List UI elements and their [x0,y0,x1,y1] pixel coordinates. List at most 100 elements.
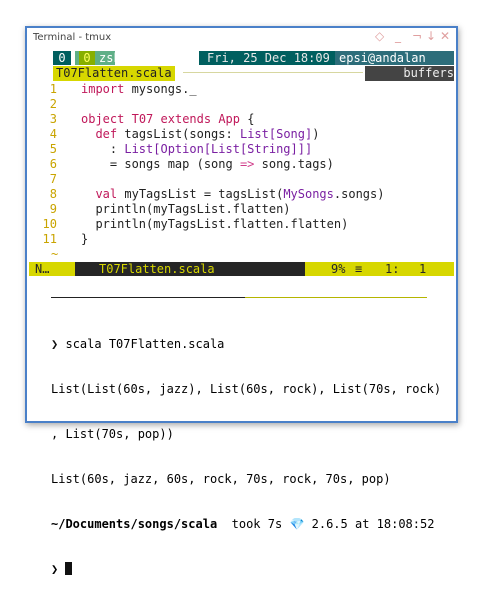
code-token: tagsList(songs: [117,127,240,141]
code-text: println(myTagsList.flatten.flatten) [81,217,348,232]
code-token: MySongs [283,187,334,201]
code-token: mysongs._ [124,82,197,96]
code-line[interactable]: 7 [29,172,454,187]
code-token: List[Song] [239,127,313,141]
shade-button[interactable]: ↓ [426,29,436,43]
code-token: => [239,157,255,171]
terminal-window: Terminal - tmux ◇ _ ¬ ↓ ✕ 0 0 zsh Fri, 2… [25,26,458,576]
code-line[interactable]: 9 println(myTagsList.flatten) [29,202,454,217]
code-text: def tagsList(songs: List[Song]) [81,127,319,142]
code-text: import mysongs._ [81,82,197,97]
status-filename: T07Flatten.scala [99,262,215,276]
tmux-window-name[interactable]: zsh [99,51,121,65]
code-token: myTagsList = tagsList( [117,187,284,201]
editor-tabline: T07Flatten.scala buffers [29,66,454,81]
maximize-button[interactable]: ¬ [412,29,422,43]
code-token: import [81,82,125,96]
code-token: extends [160,112,212,126]
pane-separator-left[interactable] [51,297,245,298]
tmux-datetime: Fri, 25 Dec 18:09 [207,51,330,65]
output-line: List(List(60s, jazz), List(60s, rock), L… [51,382,442,396]
line-number: 7 [49,172,57,186]
code-line[interactable]: 5 : List[Option[List[String]]] [29,142,454,157]
minimize-button[interactable]: _ [395,29,401,43]
status-percent: 9% [331,262,346,276]
code-line[interactable]: 8 val myTagsList = tagsList(MySongs.song… [29,187,454,202]
code-token: println(myTagsList.flatten) [81,202,291,216]
code-token: println(myTagsList.flatten.flatten) [81,217,349,231]
code-text: object T07 extends App { [81,112,254,127]
window-titlebar[interactable]: Terminal - tmux ◇ _ ¬ ↓ ✕ [27,28,456,48]
code-editor[interactable]: 1 import mysongs._ 2 3 object T07 extends Ap… [29,82,454,247]
window-title: Terminal - tmux [33,32,112,43]
code-line[interactable]: 2 [29,97,454,112]
code-token: { [240,112,255,126]
file-tab[interactable]: T07Flatten.scala [53,66,175,81]
code-line[interactable]: 6 = songs map (song => song.tags) [29,157,454,172]
code-token: T07 [131,112,154,126]
line-number: 6 [49,157,57,171]
path-prefix: ~/Documents/songs/ [51,517,182,531]
end-of-buffer-tilde: ~ [51,247,59,261]
path-dir: scala [181,517,218,531]
code-token: = songs map (song [81,157,240,171]
code-line[interactable]: 4 def tagsList(songs: List[Song]) [29,127,454,142]
vim-mode: N… [29,262,75,276]
code-token: } [81,232,89,246]
prompt-info-line: ~/Documents/songs/scala took 7s 💎 2.6.5 … [51,517,441,532]
code-line[interactable]: 10 println(myTagsList.flatten.flatten) [29,217,454,232]
took-time: took 7s [231,517,283,531]
prompt-icon: ❯ [51,562,59,576]
tmux-user-host: epsi@andalan [339,51,426,65]
input-line[interactable]: ❯ [51,562,441,577]
code-text: = songs map (song => song.tags) [81,157,334,172]
code-text: val myTagsList = tagsList(MySongs.songs) [81,187,384,202]
prompt-icon: ❯ [51,337,59,351]
code-token: List[Option[List[String]]] [124,142,313,156]
line-number: 11 [42,232,57,246]
code-token: App [218,112,241,126]
vim-statusline: N… T07Flatten.scala 9% ≡ 1: 1 [29,262,454,276]
code-line[interactable]: 3 object T07 extends App { [29,112,454,127]
code-token: object [81,112,125,126]
tmux-window-index[interactable]: 0 [79,51,95,65]
pane-separator-right[interactable] [245,297,427,298]
shell-pane[interactable]: ❯ scala T07Flatten.scala List(List(60s, … [51,307,441,607]
line-number: 4 [49,127,57,141]
code-text: println(myTagsList.flatten) [81,202,291,217]
code-token: song.tags) [254,157,334,171]
line-number: 1 [49,82,57,96]
gem-icon: 💎 [289,517,305,531]
code-token: def [95,127,118,141]
code-token: ) [312,127,320,141]
sticky-button[interactable]: ◇ [375,29,384,43]
code-text: } [81,232,88,247]
line-number: 3 [49,112,57,126]
line-number: 2 [49,97,57,111]
line-number: 8 [49,187,57,201]
code-line[interactable]: 1 import mysongs._ [29,82,454,97]
output-line: , List(70s, pop)) [51,427,174,441]
code-token: .songs) [333,187,385,201]
status-column-number: 1 [419,262,427,276]
line-number: 5 [49,142,57,156]
code-text: : List[Option[List[String]]] [81,142,312,157]
close-button[interactable]: ✕ [440,29,450,43]
code-token: : [81,142,125,156]
status-line-number: 1: [385,262,400,276]
text-cursor [65,562,73,575]
code-line[interactable]: 11} [29,232,454,247]
output-line: List(60s, jazz, 60s, rock, 70s, rock, 70… [51,472,391,486]
tmux-session[interactable]: 0 [53,51,71,65]
scala-version: 2.6.5 [311,517,348,531]
line-number: 10 [42,217,57,231]
command-text: scala T07Flatten.scala [65,337,225,351]
command-line: ❯ scala T07Flatten.scala [51,337,441,352]
status-lines-icon: ≡ [355,262,363,276]
prompt-timestamp: at 18:08:52 [354,517,435,531]
code-token: val [95,187,118,201]
